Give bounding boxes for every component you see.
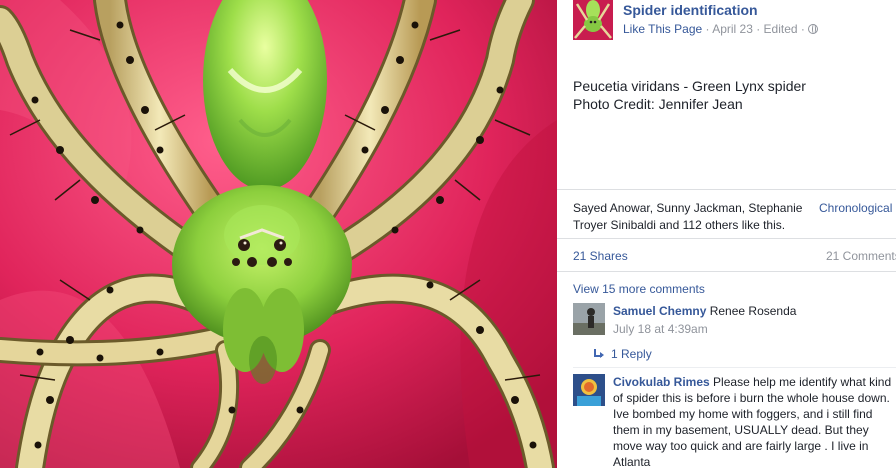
divider: [557, 238, 896, 239]
meta-separator: ·: [752, 22, 764, 36]
reply-arrow-icon: [593, 349, 604, 359]
replies-link[interactable]: 1 Reply: [593, 347, 652, 361]
globe-icon[interactable]: [808, 24, 819, 34]
comment-author-link[interactable]: Samuel Chemny: [613, 304, 706, 318]
shares-link[interactable]: 21 Shares: [573, 249, 628, 263]
divider: [557, 271, 896, 272]
caption-line-species: Peucetia viridans - Green Lynx spider: [573, 78, 806, 94]
comments-count[interactable]: 21 Comments: [826, 249, 896, 263]
comment-author-link[interactable]: Civokulab Rimes: [613, 375, 710, 389]
page-name-link[interactable]: Spider identification: [623, 2, 758, 18]
post-side-panel: Spider identification Like This Page · A…: [557, 0, 896, 468]
likes-summary-text[interactable]: Sayed Anowar, Sunny Jackman, Stephanie T…: [573, 200, 805, 234]
spider-photo-graphic: [0, 0, 557, 468]
post-meta: Like This Page · April 23 · Edited ·: [623, 22, 819, 36]
edited-label[interactable]: Edited: [764, 22, 798, 36]
caption-line-credit: Photo Credit: Jennifer Jean: [573, 96, 743, 112]
post-caption: Peucetia viridans - Green Lynx spider Ph…: [573, 77, 806, 113]
comment-body: Civokulab Rimes Please help me identify …: [613, 374, 896, 468]
divider: [573, 367, 896, 368]
replies-count[interactable]: 1 Reply: [611, 347, 652, 361]
view-more-comments-link[interactable]: View 15 more comments: [573, 282, 705, 296]
comment-sort-dropdown[interactable]: Chronological: [819, 200, 892, 217]
post-header: Spider identification Like This Page · A…: [573, 0, 896, 40]
commenter-avatar[interactable]: [573, 374, 605, 406]
divider: [557, 189, 896, 190]
meta-separator: ·: [797, 22, 809, 36]
commenter-avatar[interactable]: [573, 303, 605, 335]
meta-separator: ·: [702, 22, 713, 36]
comment-text[interactable]: Renee Rosenda: [710, 304, 797, 318]
avatar-image: [573, 374, 605, 406]
comment-body: Samuel Chemny Renee Rosenda July 18 at 4…: [613, 303, 893, 337]
spider-avatar-icon: [573, 0, 613, 40]
comment-timestamp[interactable]: July 18 at 4:39am: [613, 321, 893, 337]
like-page-link[interactable]: Like This Page: [623, 22, 702, 36]
post-photo[interactable]: [0, 0, 557, 468]
post-date[interactable]: April 23: [712, 22, 753, 36]
page-avatar[interactable]: [573, 0, 613, 40]
avatar-image: [573, 303, 605, 335]
